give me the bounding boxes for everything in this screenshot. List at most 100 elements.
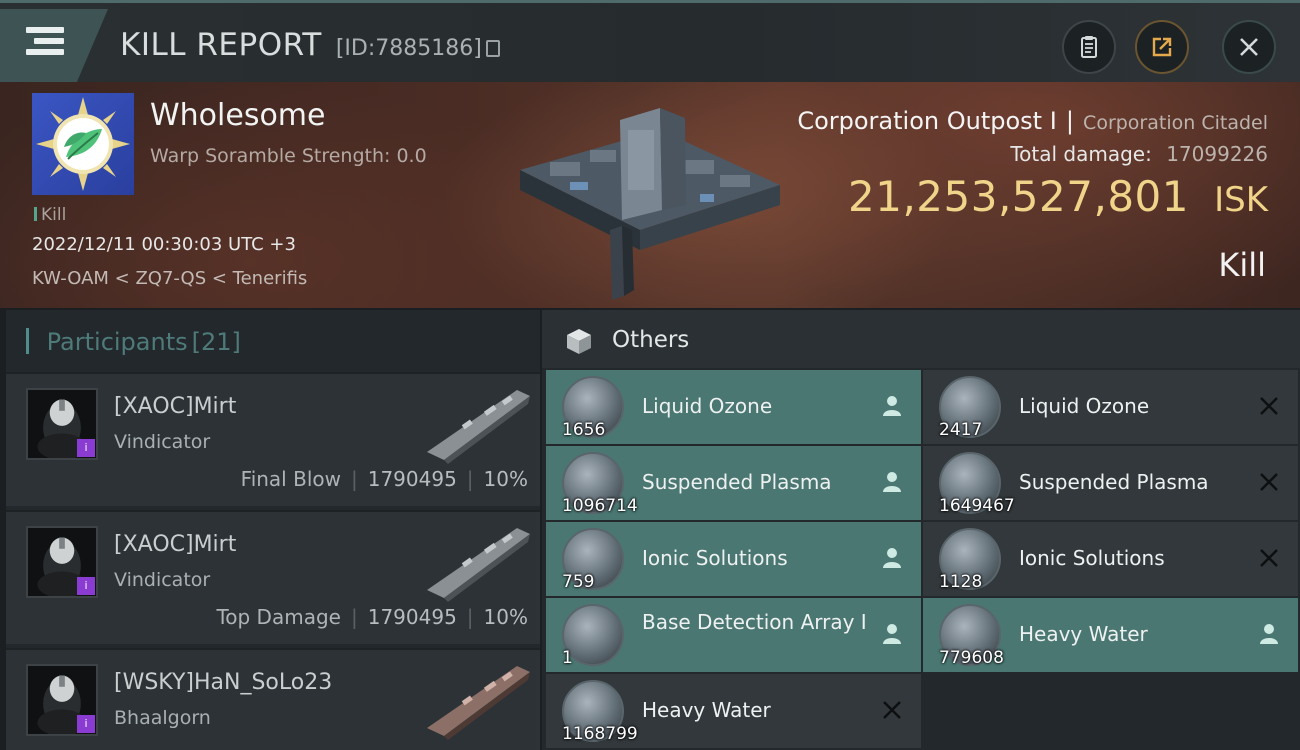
item-quantity: 1: [562, 648, 573, 668]
pilot-badge-icon: i: [77, 715, 95, 733]
destroyed-x-icon: [1260, 397, 1278, 415]
pilot-badge-icon: i: [77, 439, 95, 457]
item-row-destroyed[interactable]: 1128 Ionic Solutions: [923, 522, 1298, 596]
destroyed-x-icon: [1260, 473, 1278, 491]
item-name: Ionic Solutions: [642, 546, 788, 570]
participant-role: Final Blow: [240, 467, 341, 491]
clipboard-icon: [1081, 36, 1097, 58]
participant-stats: Final Blow | 1790495 | 10%: [240, 467, 528, 491]
item-quantity: 1128: [939, 572, 983, 592]
avatar: i: [26, 526, 98, 598]
item-row-destroyed[interactable]: 1168799 Heavy Water: [546, 674, 921, 748]
item-quantity: 759: [562, 572, 595, 592]
kill-tag: Kill: [34, 205, 66, 225]
item-name: Liquid Ozone: [642, 394, 773, 418]
warp-scramble-strength: Warp Soramble Strength: 0.0: [150, 145, 427, 167]
share-button[interactable]: [1135, 20, 1189, 74]
item-row-dropped[interactable]: 1 Base Detection Array I: [546, 598, 921, 672]
item-quantity: 1168799: [562, 724, 638, 744]
corporation-logo[interactable]: [32, 93, 134, 195]
leaf-emblem-icon: [36, 97, 130, 191]
participant-ship: Vindicator: [114, 569, 211, 591]
isk-unit: ISK: [1214, 180, 1268, 220]
participant-card[interactable]: i [XAOC]Mirt Vindicator Final Blow | 17904…: [6, 372, 540, 506]
ship-image[interactable]: [422, 520, 532, 602]
structure-image[interactable]: [510, 90, 790, 304]
participants-title: Participants [21]: [26, 328, 241, 356]
cargo-box-icon: [567, 329, 591, 354]
menu-icon: [26, 27, 64, 60]
item-name: Suspended Plasma: [1019, 470, 1209, 494]
avatar: i: [26, 388, 98, 460]
target-name[interactable]: Corporation Outpost I: [797, 107, 1056, 135]
item-quantity: 779608: [939, 648, 1004, 668]
share-icon: [1152, 37, 1172, 57]
item-name: Base Detection Array I: [642, 610, 867, 634]
item-name: Suspended Plasma: [642, 470, 832, 494]
avatar: i: [26, 664, 98, 736]
clipboard-button[interactable]: [1062, 20, 1116, 74]
item-row-destroyed[interactable]: 1649467 Suspended Plasma: [923, 446, 1298, 520]
item-quantity: 2417: [939, 420, 983, 440]
dropped-person-icon: [883, 624, 901, 644]
item-row-destroyed[interactable]: 2417 Liquid Ozone: [923, 370, 1298, 444]
participant-name[interactable]: [XAOC]Mirt: [114, 532, 236, 557]
item-row-dropped[interactable]: 1656 Liquid Ozone: [546, 370, 921, 444]
total-damage-line: Total damage: 17099226: [1010, 142, 1268, 166]
ship-image[interactable]: [422, 382, 532, 464]
item-quantity: 1649467: [939, 496, 1015, 516]
participant-damage: 1790495: [367, 467, 457, 491]
page-title: KILL REPORT: [120, 27, 322, 63]
menu-button[interactable]: [0, 9, 108, 85]
participant-percent: 10%: [483, 467, 528, 491]
participant-card[interactable]: i [WSKY]HaN_SoLo23 Bhaalgorn: [6, 648, 540, 750]
item-row-dropped[interactable]: 779608 Heavy Water: [923, 598, 1298, 672]
others-panel: Others 1656 Liquid Ozone 2417 Liquid Ozo…: [542, 310, 1300, 750]
dropped-person-icon: [883, 472, 901, 492]
others-title: Others: [612, 327, 690, 353]
dropped-person-icon: [1260, 624, 1278, 644]
participant-name[interactable]: [XAOC]Mirt: [114, 394, 236, 419]
participant-ship: Bhaalgorn: [114, 707, 211, 729]
victim-name[interactable]: Wholesome: [150, 98, 326, 133]
kill-location[interactable]: KW-OAM < ZQ7-QS < Tenerifis: [32, 268, 307, 289]
participant-card[interactable]: i [XAOC]Mirt Vindicator Top Damage | 17904…: [6, 510, 540, 644]
victim-banner: Wholesome Warp Soramble Strength: 0.0 Ki…: [0, 82, 1300, 308]
isk-value: 21,253,527,801: [848, 172, 1189, 221]
item-name: Ionic Solutions: [1019, 546, 1165, 570]
target-separator: |: [1065, 107, 1074, 135]
kill-report-header: KILL REPORT [ID:7885186]: [0, 0, 1300, 85]
item-quantity: 1656: [562, 420, 606, 440]
target-type: Corporation Citadel: [1083, 112, 1268, 134]
close-icon: [1240, 38, 1258, 56]
others-header: Others: [542, 310, 1300, 368]
participant-damage: 1790495: [367, 605, 457, 629]
ship-image[interactable]: [422, 658, 532, 740]
item-row-dropped[interactable]: 759 Ionic Solutions: [546, 522, 921, 596]
participant-percent: 10%: [483, 605, 528, 629]
item-quantity: 1096714: [562, 496, 638, 516]
participant-role: Top Damage: [216, 605, 341, 629]
target-line: Corporation Outpost I | Corporation Cita…: [797, 107, 1268, 135]
item-name: Heavy Water: [1019, 622, 1148, 646]
dropped-person-icon: [883, 548, 901, 568]
destroyed-x-icon: [1260, 549, 1278, 567]
kill-timestamp: 2022/12/11 00:30:03 UTC +3: [32, 234, 296, 255]
close-button[interactable]: [1222, 20, 1276, 74]
participants-count: [21]: [191, 328, 241, 356]
report-id: [ID:7885186]: [335, 36, 482, 61]
participants-panel: Participants [21] i [XAOC]Mirt Vindicator…: [6, 310, 540, 750]
participant-stats: Top Damage | 1790495 | 10%: [216, 605, 528, 629]
participant-name[interactable]: [WSKY]HaN_SoLo23: [114, 670, 332, 695]
kill-result: Kill: [1218, 246, 1266, 284]
isk-value-line: 21,253,527,801 ISK: [848, 172, 1268, 221]
participant-ship: Vindicator: [114, 431, 211, 453]
destroyed-x-icon: [883, 701, 901, 719]
item-name: Liquid Ozone: [1019, 394, 1150, 418]
copy-id-icon[interactable]: [485, 40, 500, 57]
dropped-person-icon: [883, 396, 901, 416]
total-damage-label: Total damage:: [1010, 142, 1152, 166]
title-bar: KILL REPORT [ID:7885186]: [120, 27, 500, 63]
item-row-dropped[interactable]: 1096714 Suspended Plasma: [546, 446, 921, 520]
total-damage-value: 17099226: [1166, 142, 1268, 166]
